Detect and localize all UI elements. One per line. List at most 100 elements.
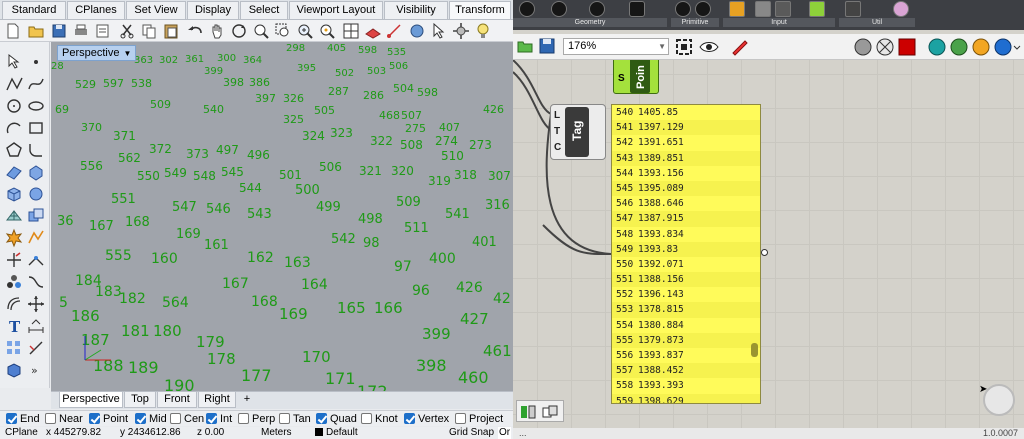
surface-param-icon[interactable] — [629, 1, 645, 17]
curve-param-icon[interactable] — [551, 1, 567, 17]
ellipse-icon[interactable] — [26, 96, 46, 116]
select-icon[interactable] — [430, 22, 448, 40]
preview-wireframe-icon[interactable] — [875, 37, 895, 57]
polyline-icon[interactable] — [4, 74, 24, 94]
select-arrow-icon[interactable] — [4, 52, 24, 72]
tab-display[interactable]: Display — [187, 1, 239, 19]
pan-hand-icon[interactable] — [208, 22, 226, 40]
grid-snap-toggle[interactable]: Grid Snap — [449, 427, 494, 439]
preview-eye-icon[interactable] — [699, 38, 719, 56]
osnap-cen[interactable]: Cen — [170, 412, 204, 426]
checkbox-checked-icon[interactable] — [89, 413, 100, 424]
panel-scrollbar[interactable] — [751, 343, 758, 357]
osnap-icon[interactable] — [386, 22, 404, 40]
tab-cplanes[interactable]: CPlanes — [67, 1, 125, 19]
layer-swatch-icon[interactable] — [315, 427, 325, 439]
fillet-curve-icon[interactable] — [26, 140, 46, 160]
tag-port-colour[interactable]: C — [554, 142, 561, 153]
zoom-window-icon[interactable] — [274, 22, 292, 40]
value-list-icon[interactable] — [809, 1, 825, 17]
polygon-icon[interactable] — [4, 140, 24, 160]
checkbox-unchecked-icon[interactable] — [361, 413, 372, 424]
dimension-icon[interactable] — [26, 316, 46, 336]
checkbox-unchecked-icon[interactable] — [45, 413, 56, 424]
osnap-perp[interactable]: Perp — [238, 412, 275, 426]
expand-palette-icon[interactable]: » — [26, 360, 46, 380]
checkbox-checked-icon[interactable] — [135, 413, 146, 424]
osnap-point[interactable]: Point — [89, 412, 128, 426]
cluster-icon[interactable] — [845, 1, 861, 17]
preview-selected-icon[interactable] — [927, 37, 947, 57]
tab-standard[interactable]: Standard — [2, 1, 66, 19]
document-preview-icon[interactable] — [971, 37, 991, 57]
checkbox-unchecked-icon[interactable] — [238, 413, 249, 424]
open-folder-icon[interactable] — [27, 22, 45, 40]
copy-icon[interactable] — [140, 22, 158, 40]
point-input-port[interactable]: S — [618, 73, 625, 84]
zoom-extents-icon[interactable] — [296, 22, 314, 40]
osnap-tan[interactable]: Tan — [279, 412, 311, 426]
checkbox-checked-icon[interactable] — [206, 413, 217, 424]
extrude-surface-icon[interactable] — [26, 162, 46, 182]
sphere-icon[interactable] — [26, 184, 46, 204]
osnap-knot[interactable]: Knot — [361, 412, 398, 426]
mesh-icon[interactable] — [4, 206, 24, 226]
layer-label[interactable]: Default — [326, 427, 358, 439]
checkbox-checked-icon[interactable] — [6, 413, 17, 424]
ortho-toggle[interactable]: Or — [498, 427, 512, 439]
new-file-icon[interactable] — [4, 22, 22, 40]
cplane-icon[interactable] — [364, 22, 382, 40]
box-icon[interactable] — [4, 184, 24, 204]
open-file-icon[interactable] — [517, 38, 533, 54]
number-param-icon[interactable] — [675, 1, 691, 17]
slider-icon[interactable] — [729, 1, 745, 17]
arc-icon[interactable] — [4, 118, 24, 138]
preview-off-icon[interactable] — [853, 37, 873, 57]
point-component[interactable]: S Poin — [613, 60, 659, 94]
zoom-dynamic-icon[interactable] — [252, 22, 270, 40]
add-viewport-tab-icon[interactable]: + — [237, 392, 257, 408]
circle-icon[interactable] — [4, 96, 24, 116]
array-icon[interactable] — [4, 338, 24, 358]
cube-solid-icon[interactable] — [4, 360, 24, 380]
group-widget-icon[interactable] — [542, 404, 560, 420]
save-icon[interactable] — [50, 22, 68, 40]
point-icon[interactable] — [26, 52, 46, 72]
curve-icon[interactable] — [26, 74, 46, 94]
options-icon[interactable] — [452, 22, 470, 40]
osnap-mid[interactable]: Mid — [135, 412, 167, 426]
checkbox-unchecked-icon[interactable] — [170, 413, 181, 424]
bake-icon[interactable] — [520, 404, 538, 420]
checkbox-unchecked-icon[interactable] — [279, 413, 290, 424]
osnap-project[interactable]: Project — [455, 412, 503, 426]
osnap-near[interactable]: Near — [45, 412, 83, 426]
four-views-icon[interactable] — [342, 22, 360, 40]
tab-right[interactable]: Right — [198, 392, 236, 408]
grasshopper-canvas[interactable]: S Poin L T C Tag 540 1405.85 541 1397.129 54… — [513, 60, 1024, 428]
checkbox-checked-icon[interactable] — [404, 413, 415, 424]
checkbox-checked-icon[interactable] — [316, 413, 327, 424]
tab-viewport-layout[interactable]: Viewport Layout — [289, 1, 383, 19]
tab-perspective[interactable]: Perspective — [59, 392, 123, 408]
perspective-viewport[interactable]: 28 363 302 361 300 364 298 405 598 535 529 597 538 39… — [51, 42, 513, 392]
rectangle-icon[interactable] — [26, 118, 46, 138]
python-icon[interactable] — [893, 1, 909, 17]
units-label[interactable]: Meters — [261, 427, 292, 439]
tag-component[interactable]: L T C Tag — [550, 104, 606, 160]
preview-color-icon[interactable] — [993, 37, 1021, 57]
zoom-select[interactable]: 176% ▼ — [563, 38, 669, 55]
cplane-label[interactable]: CPlane — [5, 427, 38, 439]
trim-icon[interactable] — [4, 250, 24, 270]
checkbox-unchecked-icon[interactable] — [455, 413, 466, 424]
zoom-selected-icon[interactable] — [318, 22, 336, 40]
preview-shaded-icon[interactable] — [897, 37, 917, 57]
explode-icon[interactable] — [4, 228, 24, 248]
zoom-extents-icon[interactable] — [675, 38, 693, 56]
rendered-view-icon[interactable] — [408, 22, 426, 40]
split-icon[interactable] — [26, 228, 46, 248]
tag-port-text[interactable]: T — [554, 126, 560, 137]
paste-icon[interactable] — [162, 22, 180, 40]
properties-icon[interactable] — [94, 22, 112, 40]
panel-output-grip[interactable] — [761, 249, 768, 256]
print-icon[interactable] — [72, 22, 90, 40]
